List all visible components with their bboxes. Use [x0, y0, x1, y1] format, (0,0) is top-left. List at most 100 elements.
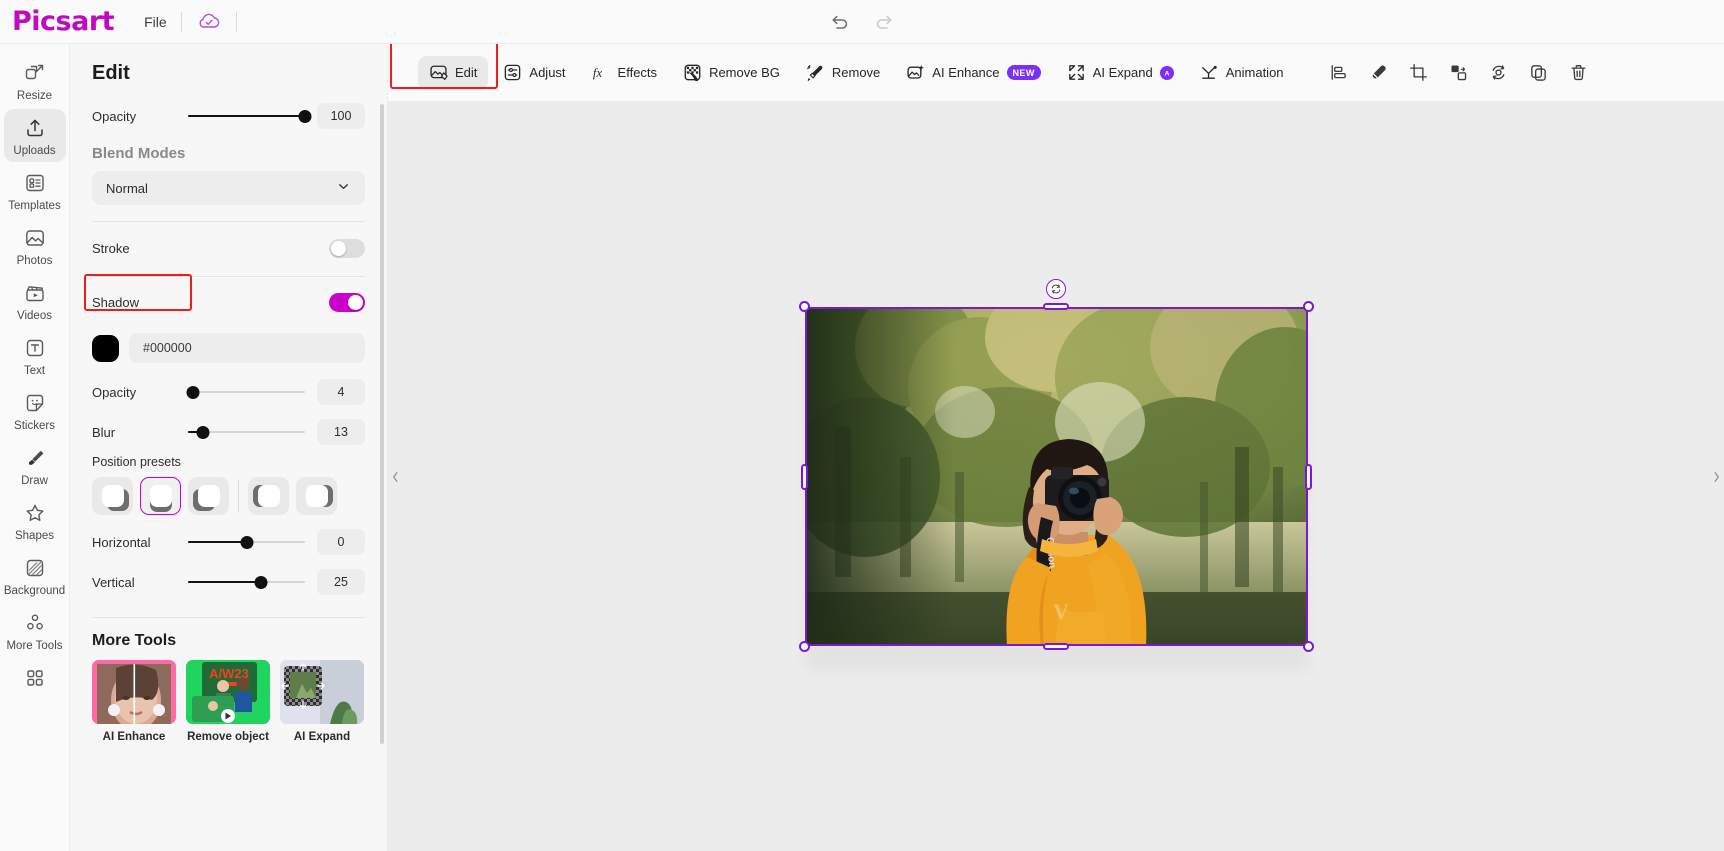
handle-top-right[interactable] — [1302, 301, 1314, 312]
sidebar-item-draw[interactable]: Draw — [4, 439, 66, 492]
divider-2 — [235, 11, 237, 32]
stroke-toggle[interactable] — [329, 238, 365, 258]
collapse-right-panel-button[interactable] — [1709, 453, 1724, 500]
shadow-color-swatch[interactable] — [92, 334, 119, 362]
preset-divider — [238, 480, 239, 512]
shadow-opacity-value[interactable]: 4 — [317, 379, 365, 405]
tab-label: Effects — [617, 65, 658, 80]
stroke-row: Stroke — [92, 228, 365, 268]
slider-knob[interactable] — [196, 425, 210, 439]
panel-scrollbar[interactable] — [380, 104, 384, 744]
selected-layer[interactable]: Canon V — [798, 279, 1314, 652]
more-tools-title: More Tools — [92, 632, 177, 649]
rotate-icon[interactable] — [1046, 279, 1066, 299]
opacity-label: Opacity — [92, 108, 137, 124]
tab-animation[interactable]: Animation — [1189, 56, 1295, 90]
horizontal-value[interactable]: 0 — [317, 529, 365, 555]
divider — [180, 11, 182, 32]
expand-arrows-icon — [1067, 63, 1086, 82]
sidebar-item-more-tools[interactable]: More Tools — [4, 604, 66, 657]
handle-bottom-center[interactable] — [1043, 643, 1069, 650]
sidebar-item-apps[interactable] — [4, 659, 66, 700]
align-icon[interactable] — [1321, 56, 1357, 90]
preset-bottom-left[interactable] — [188, 477, 229, 515]
tab-ai-enhance[interactable]: AI Enhance NEW — [895, 56, 1051, 90]
slider-knob[interactable] — [254, 575, 268, 589]
sidebar-item-stickers[interactable]: Stickers — [4, 384, 66, 437]
opacity-value[interactable]: 100 — [317, 103, 365, 129]
toggle-knob — [348, 294, 363, 310]
remove-bg-icon — [683, 63, 702, 82]
tab-edit[interactable]: Edit — [418, 55, 489, 90]
blend-mode-select[interactable]: Normal — [92, 171, 365, 205]
collapse-left-panel-button[interactable] — [388, 453, 403, 500]
shadow-hex-field[interactable]: #000000 — [129, 333, 365, 363]
slider-knob[interactable] — [298, 109, 312, 123]
shadow-toggle[interactable] — [329, 292, 365, 312]
more-tools-thumbs: AI Enhance A/W23 Remove object AI Expand — [92, 660, 365, 743]
divider — [92, 221, 365, 222]
handle-middle-right[interactable] — [1304, 463, 1312, 490]
picsart-editor: Picsart File Resize Uploads Templates Ph… — [0, 0, 1724, 851]
context-toolbar: Edit Adjust fx Effects Remove BG Remove … — [388, 44, 1724, 102]
tab-remove[interactable]: Remove — [795, 56, 891, 90]
preset-square — [257, 485, 280, 507]
shadow-opacity-slider[interactable] — [186, 383, 305, 401]
cloud-check-icon[interactable] — [196, 11, 222, 33]
preset-bottom[interactable] — [140, 477, 181, 515]
toggle-knob — [331, 240, 346, 256]
vertical-value[interactable]: 25 — [317, 569, 365, 595]
vertical-slider[interactable] — [188, 573, 305, 591]
horizontal-slider[interactable] — [188, 533, 305, 551]
trash-icon[interactable] — [1561, 56, 1597, 90]
handle-middle-left[interactable] — [800, 463, 808, 490]
slider-knob[interactable] — [240, 535, 253, 549]
handle-top-left[interactable] — [798, 301, 810, 312]
flip-rotate-icon[interactable] — [1481, 56, 1517, 90]
sidebar-item-text[interactable]: Text — [4, 329, 66, 382]
sidebar-item-shapes[interactable]: Shapes — [4, 494, 66, 547]
crop-icon[interactable] — [1401, 56, 1437, 90]
tab-label: AI Enhance — [932, 65, 1000, 80]
edit-image-icon — [429, 63, 448, 82]
more-tool-ai-expand[interactable]: AI Expand — [280, 660, 364, 743]
position-presets — [92, 477, 365, 515]
picsart-logo[interactable]: Picsart — [12, 6, 115, 37]
sidebar-item-photos[interactable]: Photos — [4, 219, 66, 272]
sidebar-item-videos[interactable]: Videos — [4, 274, 66, 327]
preset-left[interactable] — [248, 477, 289, 515]
thumb-label: AI Expand — [293, 731, 351, 743]
file-menu[interactable]: File — [144, 14, 167, 30]
tab-adjust[interactable]: Adjust — [492, 56, 576, 90]
duplicate-icon[interactable] — [1521, 56, 1557, 90]
more-tool-remove-object[interactable]: A/W23 Remove object — [186, 660, 270, 743]
sidebar-item-uploads[interactable]: Uploads — [3, 109, 66, 162]
tab-label: Remove — [831, 65, 881, 80]
tab-remove-bg[interactable]: Remove BG — [672, 56, 791, 90]
more-tool-ai-enhance[interactable]: AI Enhance — [92, 660, 176, 743]
preset-right[interactable] — [296, 477, 337, 515]
shadow-blur-slider[interactable] — [188, 423, 305, 441]
tab-ai-expand[interactable]: AI Expand A — [1056, 56, 1185, 90]
eraser-icon[interactable] — [1361, 56, 1397, 90]
tab-effects[interactable]: fx Effects — [581, 56, 669, 90]
undo-arrow-icon[interactable] — [826, 9, 852, 35]
redo-arrow-icon[interactable] — [872, 9, 898, 35]
handle-top-center[interactable] — [1043, 303, 1069, 310]
arrange-layers-icon[interactable] — [1441, 56, 1477, 90]
handle-bottom-right[interactable] — [1302, 641, 1314, 652]
sidebar-item-background[interactable]: Background — [4, 549, 66, 602]
opacity-slider[interactable] — [188, 107, 312, 125]
slider-knob[interactable] — [186, 385, 200, 399]
sidebar-label: Background — [3, 585, 66, 597]
eraser-wand-icon — [806, 63, 825, 82]
sidebar-item-resize[interactable]: Resize — [4, 54, 66, 107]
position-presets-label: Position presets — [92, 455, 181, 469]
sidebar-item-templates[interactable]: Templates — [4, 164, 66, 217]
animation-icon — [1200, 63, 1219, 82]
shadow-blur-value[interactable]: 13 — [317, 419, 365, 445]
handle-bottom-left[interactable] — [798, 641, 810, 652]
slider-track — [188, 391, 305, 393]
canvas-stage[interactable]: Canon V — [388, 102, 1724, 851]
preset-bottom-right[interactable] — [92, 477, 133, 515]
